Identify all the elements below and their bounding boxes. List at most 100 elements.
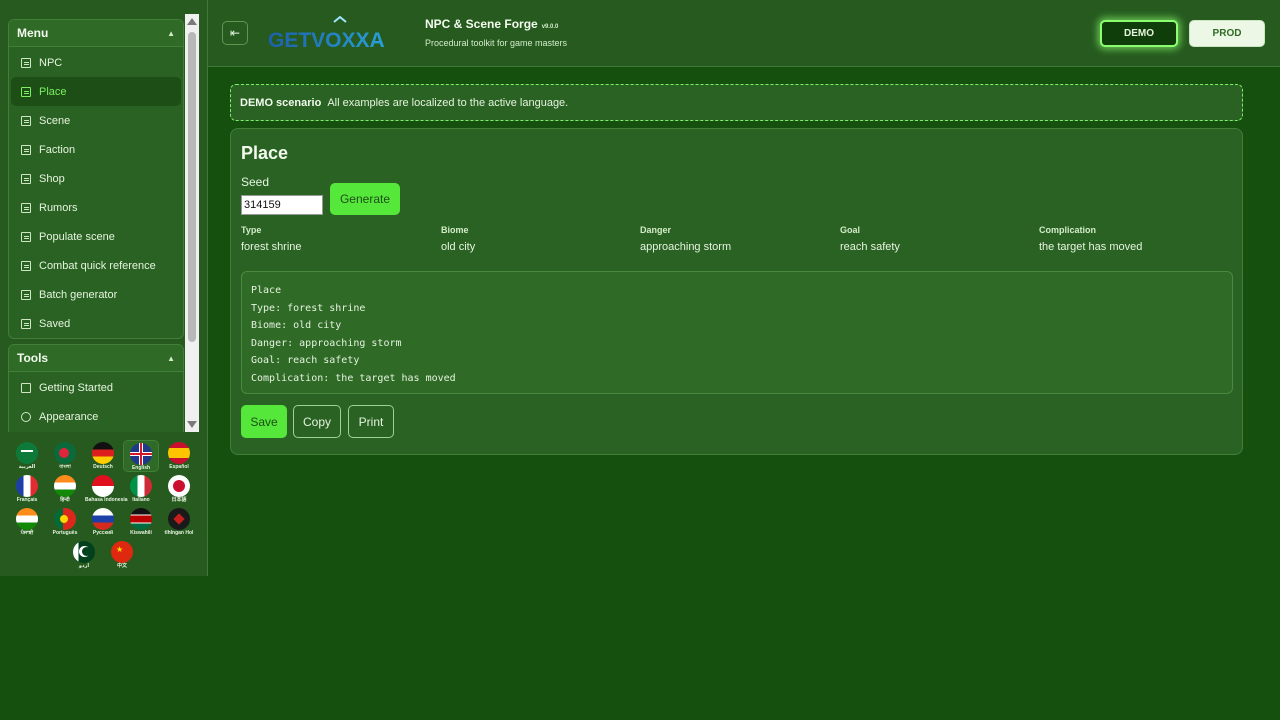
attribute-type: Type forest shrine xyxy=(241,225,302,253)
collapse-caret-icon[interactable]: ▲ xyxy=(167,29,175,38)
attribute-value: the target has moved xyxy=(1039,241,1143,253)
sidebar-item-combat-quick-reference[interactable]: Combat quick reference xyxy=(11,251,181,280)
language-it[interactable]: Italiano xyxy=(123,473,159,505)
language-label: 日本語 xyxy=(171,497,187,503)
document-icon xyxy=(21,115,31,126)
sidebar-item-label: Combat quick reference xyxy=(39,259,156,272)
language-label: tlhIngan Hol xyxy=(164,530,194,536)
tools-list: Getting Started Appearance xyxy=(9,372,183,431)
sidebar-item-scene[interactable]: Scene xyxy=(11,106,181,135)
portugal-flag-icon xyxy=(54,508,76,530)
demo-env-button[interactable]: DEMO xyxy=(1100,20,1178,47)
sidebar-item-faction[interactable]: Faction xyxy=(11,135,181,164)
language-ja[interactable]: 日本語 xyxy=(161,473,197,505)
collapse-caret-icon[interactable]: ▲ xyxy=(167,354,175,363)
sidebar-item-batch-generator[interactable]: Batch generator xyxy=(11,280,181,309)
output-line: Type: forest shrine xyxy=(251,302,366,314)
flag-icon xyxy=(21,382,31,393)
language-label: Français xyxy=(16,497,38,503)
indonesia-flag-icon xyxy=(92,475,114,497)
attribute-key: Type xyxy=(241,225,262,235)
sidebar-item-populate-scene[interactable]: Populate scene xyxy=(11,222,181,251)
scroll-down-arrow-icon[interactable] xyxy=(187,421,197,428)
language-id[interactable]: Bahasa Indonesia xyxy=(85,473,128,505)
sidebar-item-label: Faction xyxy=(39,143,76,156)
language-sw[interactable]: Kiswahili xyxy=(123,506,159,538)
attribute-value: reach safety xyxy=(840,241,900,253)
language-label: 中文 xyxy=(116,563,127,569)
banner-text: All examples are localized to the active… xyxy=(327,96,569,109)
italy-flag-icon xyxy=(130,475,152,497)
document-icon xyxy=(21,202,31,213)
attribute-danger: Danger approaching storm xyxy=(640,225,731,253)
language-label: Español xyxy=(169,464,189,470)
print-button[interactable]: Print xyxy=(348,405,394,438)
sidebar-item-npc[interactable]: NPC xyxy=(11,48,181,77)
attribute-complication: Complication the target has moved xyxy=(1039,225,1142,253)
sidebar-scroll-area: Menu ▲ NPC Place Scene Faction Shop Rumo… xyxy=(0,14,200,432)
india-flag-icon xyxy=(54,475,76,497)
document-icon xyxy=(21,260,31,271)
language-tlh[interactable]: tlhIngan Hol xyxy=(161,506,197,538)
language-ru[interactable]: Русский xyxy=(85,506,121,538)
language-fr[interactable]: Français xyxy=(9,473,45,505)
generate-button[interactable]: Generate xyxy=(330,183,400,215)
sidebar-item-shop[interactable]: Shop xyxy=(11,164,181,193)
getvoxxa-logo: GETVOXXA xyxy=(268,15,385,52)
language-label: हिन्दी xyxy=(60,497,70,503)
menu-list: NPC Place Scene Faction Shop Rumors Popu… xyxy=(9,47,183,338)
sidebar-collapse-button[interactable]: ⇤ xyxy=(222,21,248,45)
language-ar[interactable]: العربية xyxy=(9,440,45,472)
language-label: ਪੰਜਾਬੀ xyxy=(20,530,34,536)
generated-output-box: Place Type: forest shrine Biome: old city D… xyxy=(241,271,1233,394)
language-de[interactable]: Deutsch xyxy=(85,440,121,472)
language-label: اردو xyxy=(78,563,90,569)
language-label: Русский xyxy=(92,530,114,536)
scrollbar-thumb[interactable] xyxy=(188,32,196,342)
language-bn[interactable]: বাংলা xyxy=(47,440,83,472)
saudi-flag-icon xyxy=(16,442,38,464)
output-line: Danger: approaching storm xyxy=(251,337,402,349)
sidebar-scrollbar[interactable] xyxy=(185,14,199,432)
language-label: বাংলা xyxy=(59,464,71,470)
prod-env-button[interactable]: PROD xyxy=(1189,20,1265,47)
scroll-up-arrow-icon[interactable] xyxy=(187,18,197,25)
save-button[interactable]: Save xyxy=(241,405,287,438)
sidebar-item-getting-started[interactable]: Getting Started xyxy=(11,373,181,402)
language-en[interactable]: English xyxy=(123,440,159,472)
language-ur[interactable]: اردو xyxy=(66,539,102,571)
sidebar: Menu ▲ NPC Place Scene Faction Shop Rumo… xyxy=(0,0,208,576)
seed-label: Seed xyxy=(241,175,270,189)
document-icon xyxy=(21,86,31,97)
language-hi[interactable]: हिन्दी xyxy=(47,473,83,505)
demo-scenario-banner: DEMO scenario All examples are localized… xyxy=(230,84,1243,121)
language-pa[interactable]: ਪੰਜਾਬੀ xyxy=(9,506,45,538)
output-line: Complication: the target has moved xyxy=(251,372,456,384)
attribute-key: Danger xyxy=(640,225,672,235)
sidebar-item-saved[interactable]: Saved xyxy=(11,309,181,338)
menu-panel-header[interactable]: Menu ▲ xyxy=(9,20,183,47)
sidebar-item-label: Place xyxy=(39,85,67,98)
sidebar-item-label: Rumors xyxy=(39,201,78,214)
copy-button[interactable]: Copy xyxy=(293,405,341,438)
collapse-sidebar-icon: ⇤ xyxy=(229,26,241,40)
document-icon xyxy=(21,318,31,329)
language-es[interactable]: Español xyxy=(161,440,197,472)
language-zh[interactable]: ★ 中文 xyxy=(104,539,140,571)
seed-input[interactable] xyxy=(241,195,323,215)
sidebar-item-label: Appearance xyxy=(39,410,99,423)
sidebar-item-place[interactable]: Place xyxy=(11,77,181,106)
germany-flag-icon xyxy=(92,442,114,464)
menu-title: Menu xyxy=(17,26,49,40)
language-label: Italiano xyxy=(132,497,150,503)
sidebar-item-rumors[interactable]: Rumors xyxy=(11,193,181,222)
china-flag-icon: ★ xyxy=(111,541,133,563)
tools-panel-header[interactable]: Tools ▲ xyxy=(9,345,183,372)
sidebar-item-appearance[interactable]: Appearance xyxy=(11,402,181,431)
japan-flag-icon xyxy=(168,475,190,497)
attribute-value: old city xyxy=(441,241,476,253)
app-header: ⇤ GETVOXXA NPC & Scene Forge v9.0.0 Proce… xyxy=(208,0,1280,67)
pakistan-flag-icon xyxy=(73,541,95,563)
language-pt[interactable]: Português xyxy=(47,506,83,538)
document-icon xyxy=(21,173,31,184)
